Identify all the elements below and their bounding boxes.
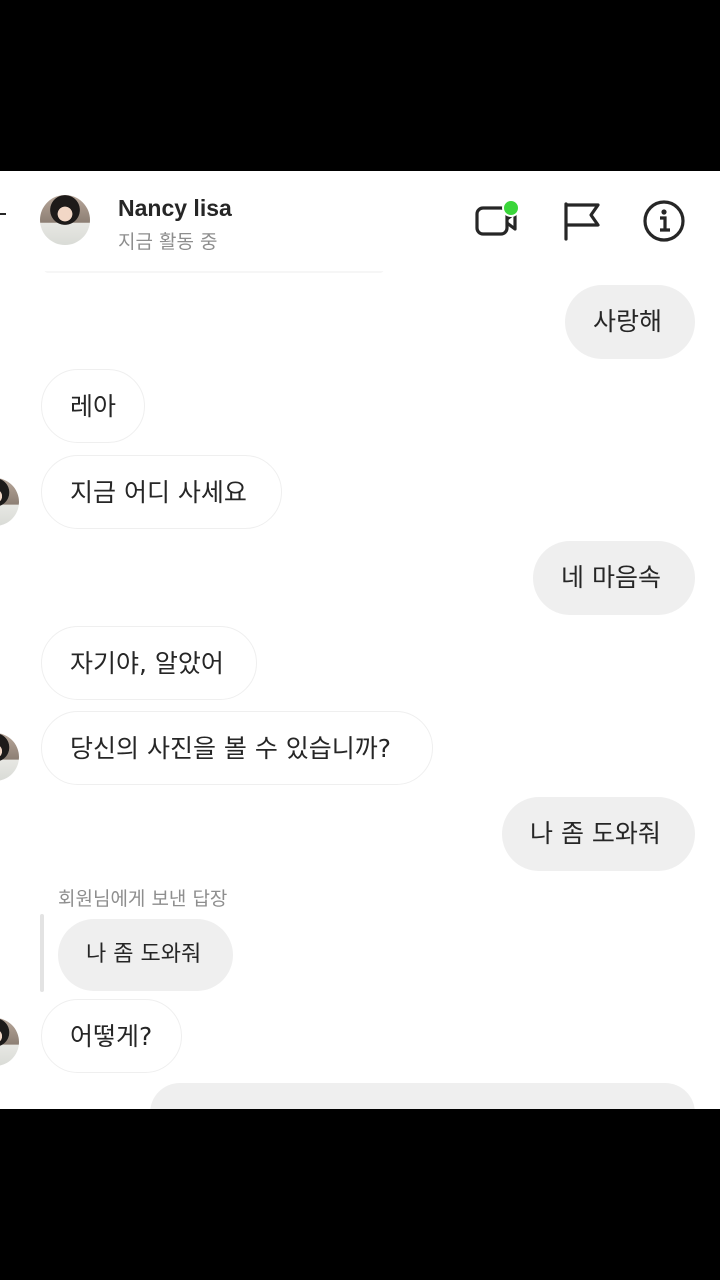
video-call-button[interactable] <box>474 199 520 243</box>
sent-message[interactable]: 나 좀 도와줘 <box>502 797 695 871</box>
online-indicator <box>502 199 520 217</box>
sent-message[interactable]: 네 마음속 <box>533 541 695 615</box>
sender-avatar[interactable] <box>0 733 19 781</box>
received-message[interactable]: 레아 <box>41 369 145 443</box>
back-arrow-icon[interactable] <box>0 213 6 215</box>
info-button[interactable] <box>642 199 686 243</box>
contact-avatar[interactable] <box>40 195 90 245</box>
received-message[interactable]: 지금 어디 사세요 <box>41 455 282 529</box>
flag-icon <box>564 202 600 241</box>
info-icon <box>643 200 685 242</box>
sender-avatar[interactable] <box>0 478 19 526</box>
chat-screen: Nancy lisa 지금 활동 중 사랑해 레아 지금 어디 사세요 네 마음… <box>0 171 720 1109</box>
reply-label: 회원님에게 보낸 답장 <box>58 888 228 910</box>
reply-indicator-line <box>40 914 44 992</box>
received-message[interactable]: 자기야, 알았어 <box>41 626 257 700</box>
next-message-edge <box>150 1083 695 1109</box>
sender-avatar[interactable] <box>0 1018 19 1066</box>
quoted-message[interactable]: 나 좀 도와줘 <box>58 919 233 991</box>
sent-message[interactable]: 사랑해 <box>565 285 695 359</box>
received-message[interactable]: 어떻게? <box>41 999 182 1073</box>
report-button[interactable] <box>560 199 604 243</box>
contact-name[interactable]: Nancy lisa <box>118 195 232 222</box>
received-message[interactable]: 당신의 사진을 볼 수 있습니까? <box>41 711 433 785</box>
chat-header: Nancy lisa 지금 활동 중 <box>0 171 720 271</box>
active-status: 지금 활동 중 <box>118 231 218 253</box>
